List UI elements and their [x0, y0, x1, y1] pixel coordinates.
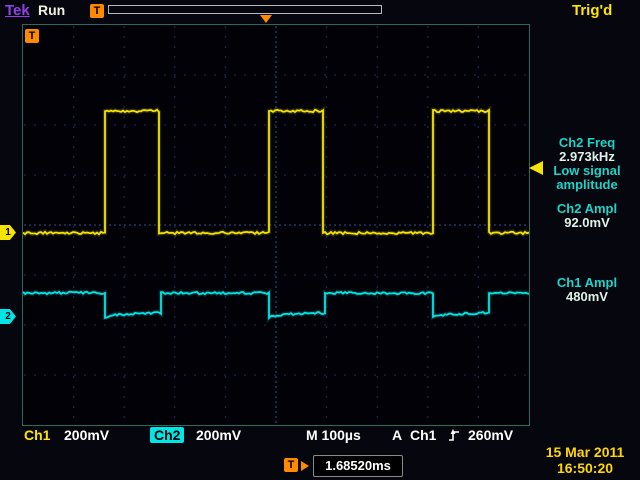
measurement-ch2-ampl: Ch2 Ampl 92.0mV [534, 202, 640, 230]
horizontal-position-t-icon: T [284, 458, 298, 472]
acquisition-status: Run [38, 2, 65, 18]
trigger-position-arrow-icon [260, 15, 272, 23]
ch1-ground-marker: 1 [0, 225, 16, 240]
ch1-label: Ch1 [24, 427, 50, 443]
trigger-t-icon: T [25, 29, 39, 43]
waveform-traces [23, 25, 529, 425]
measurement-value: 480mV [534, 290, 640, 304]
time-readout: 16:50:20 [532, 460, 638, 476]
ch2-scale-readout: 200mV [196, 427, 241, 443]
date-readout: 15 Mar 2011 [532, 444, 638, 460]
status-bar: Ch1 200mV Ch2 200mV M 100µs A Ch1 260mV [0, 427, 640, 445]
horizontal-position-readout: 1.68520ms [313, 455, 403, 477]
measurement-value: 92.0mV [534, 216, 640, 230]
tek-logo: Tek [5, 2, 30, 19]
measurements-panel: Ch2 Freq 2.973kHz Low signal amplitude C… [534, 136, 640, 304]
trigger-status: Trig'd [572, 2, 612, 19]
ch2-ground-marker: 2 [0, 309, 16, 324]
timebase-readout: M 100µs [306, 427, 361, 443]
measurement-label: Ch2 Freq [534, 136, 640, 150]
oscilloscope-screen: Tek Run T Trig'd T 1 2 Ch2 Freq 2.973kHz… [0, 0, 640, 480]
measurement-note: amplitude [534, 178, 640, 192]
trigger-mode-label: A [392, 427, 402, 443]
ch2-label: Ch2 [150, 427, 184, 443]
measurement-note: Low signal [534, 164, 640, 178]
graticule: T [22, 24, 530, 426]
trigger-source-readout: Ch1 [410, 427, 436, 443]
trigger-marker-icon: T [90, 4, 104, 18]
measurement-label: Ch1 Ampl [534, 276, 640, 290]
measurement-ch1-ampl: Ch1 Ampl 480mV [534, 276, 640, 304]
trigger-level-readout: 260mV [468, 427, 513, 443]
ch1-scale-readout: 200mV [64, 427, 109, 443]
right-arrow-icon [301, 461, 309, 471]
rising-edge-slope-icon [448, 428, 460, 443]
record-view-bar [108, 5, 382, 14]
measurement-ch2-freq: Ch2 Freq 2.973kHz Low signal amplitude [534, 136, 640, 192]
measurement-value: 2.973kHz [534, 150, 640, 164]
measurement-label: Ch2 Ampl [534, 202, 640, 216]
